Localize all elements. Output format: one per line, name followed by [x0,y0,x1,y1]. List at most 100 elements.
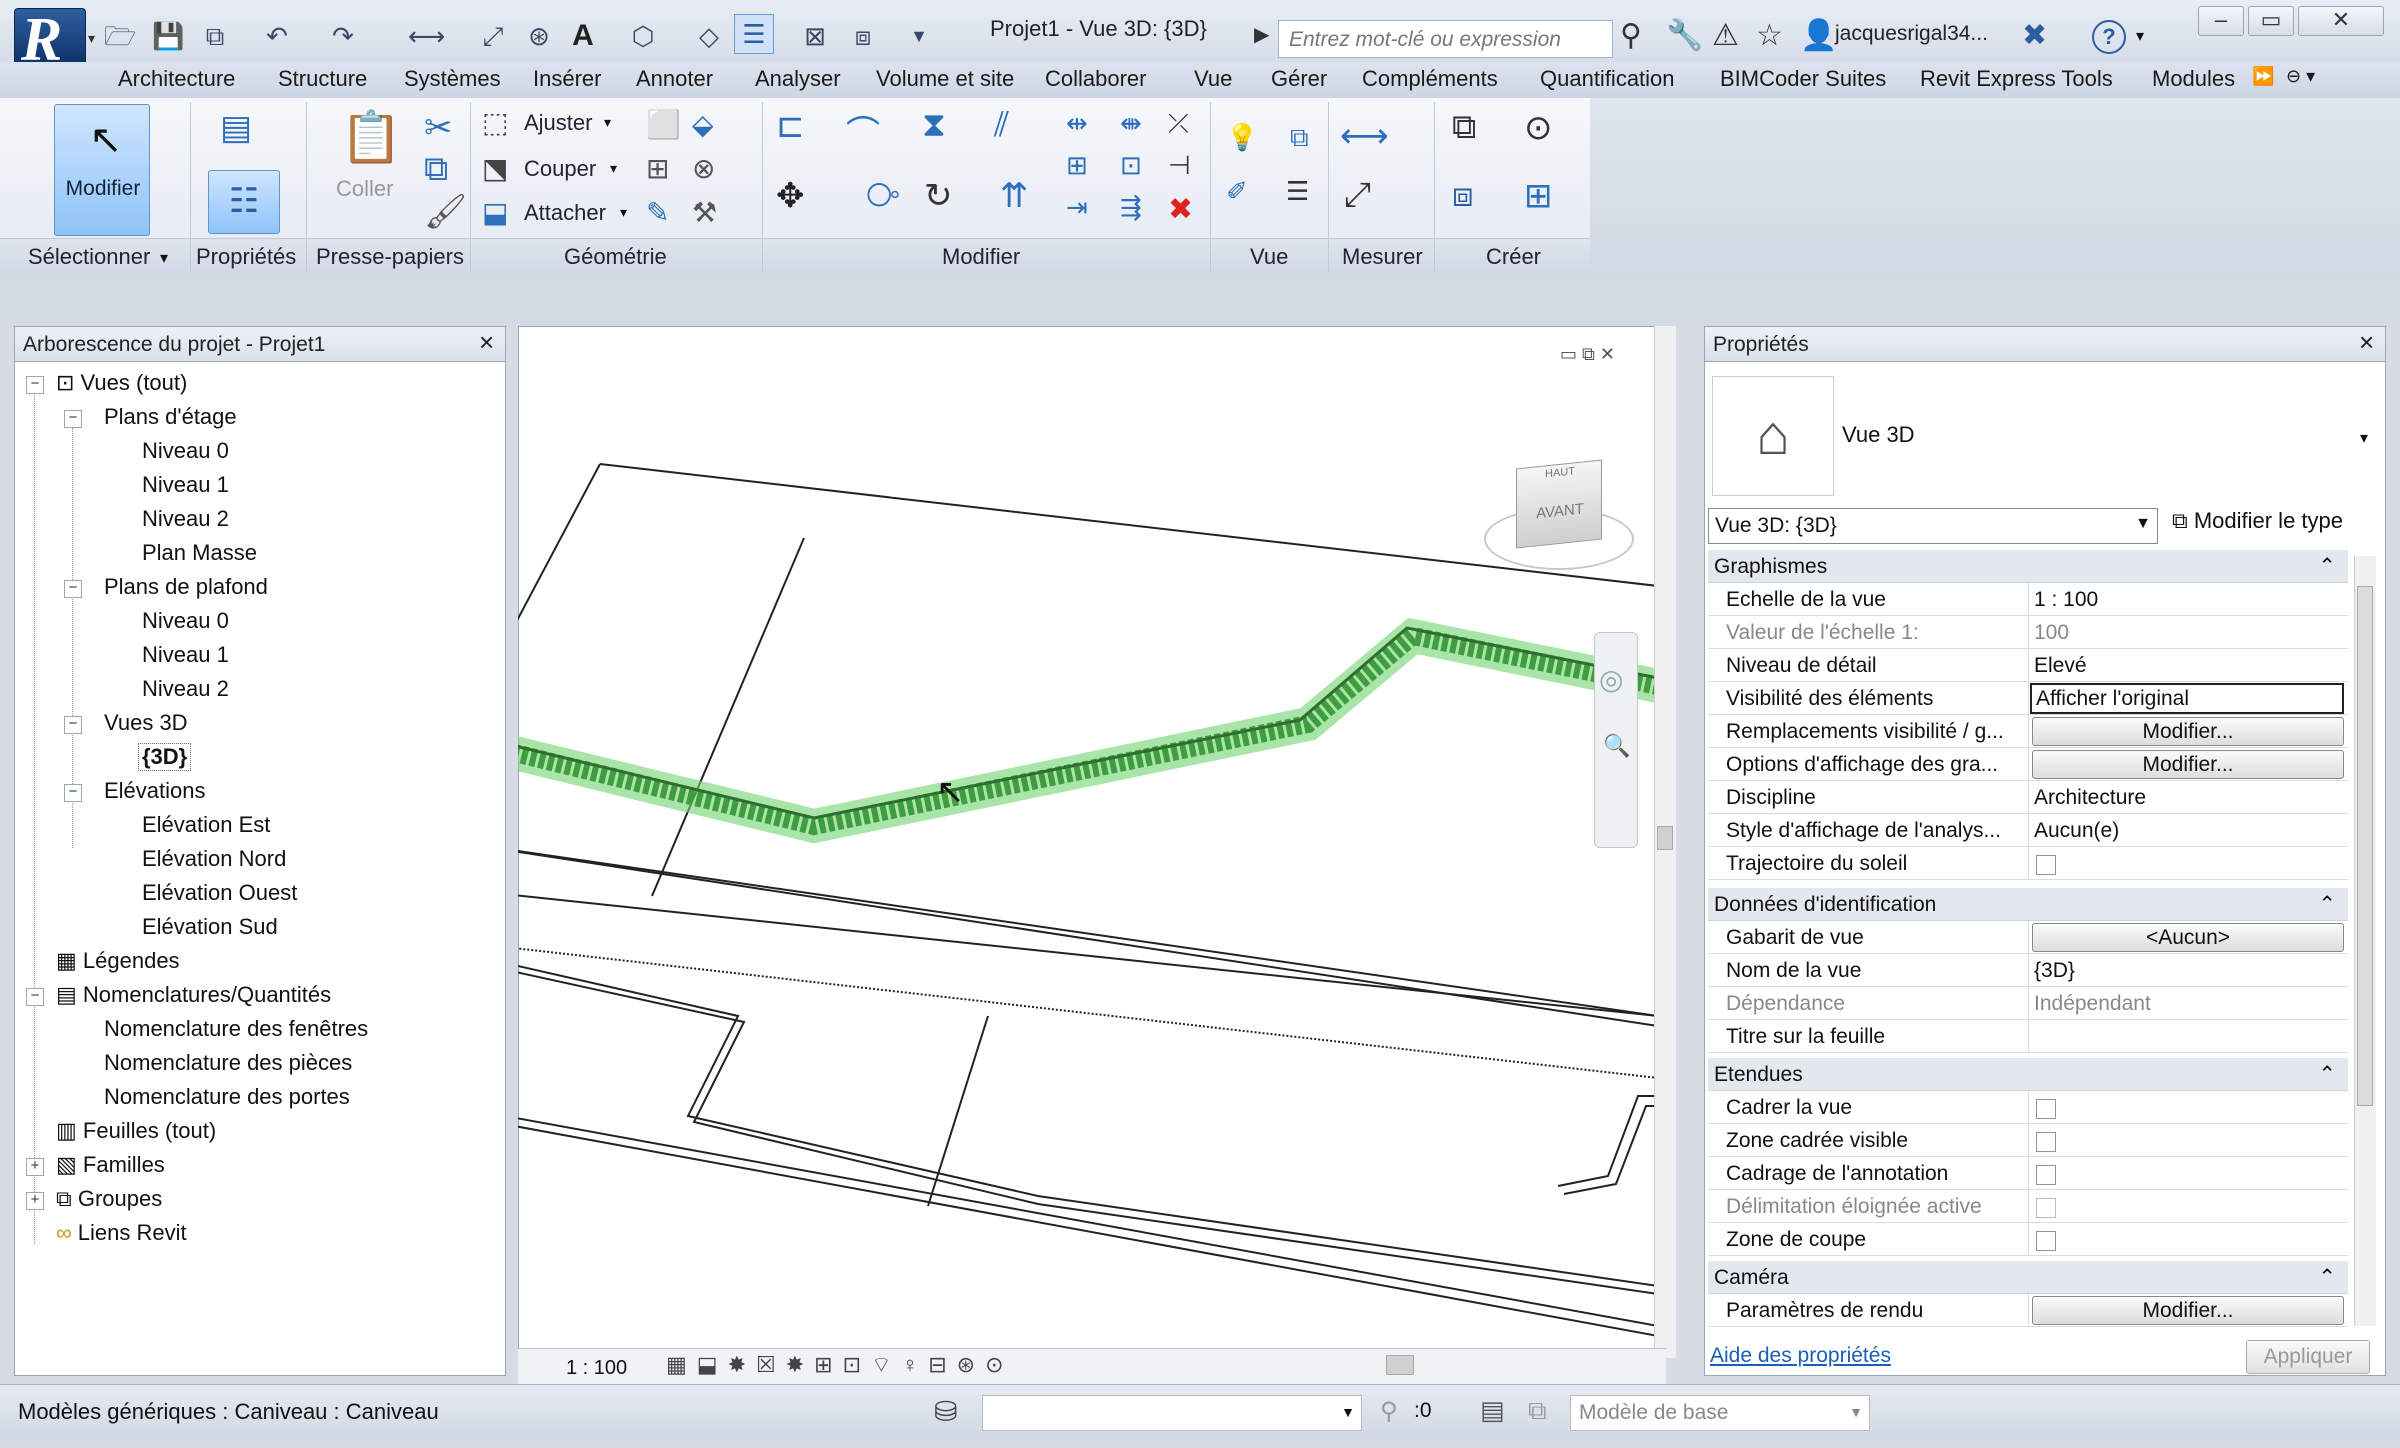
render-settings-button[interactable]: Modifier... [2032,1296,2344,1325]
tree-item[interactable]: ∞ Liens Revit [56,1220,187,1246]
expand-toggle[interactable]: + [26,1158,44,1176]
tab-revit-express-tools[interactable]: Revit Express Tools [1920,66,2113,92]
property-row[interactable]: Discipline Architecture [1708,781,2348,814]
close-window-button[interactable]: ✕ [2298,6,2384,36]
collapse-toggle[interactable]: − [64,580,82,598]
crop-visible-checkbox[interactable] [2036,1132,2056,1152]
tree-item[interactable]: Elévation Ouest [142,880,297,906]
property-row[interactable]: Cadrage de l'annotation [1708,1157,2348,1190]
hammer-icon[interactable]: ⚒ [692,196,717,229]
tree-item[interactable]: ▥ Feuilles (tout) [56,1118,216,1144]
save-icon[interactable]: 💾 [152,18,184,54]
subscription-icon[interactable]: 🔧 [1666,18,1703,53]
viewcube[interactable]: HAUT AVANT [1484,454,1644,594]
annotation-crop-checkbox[interactable] [2036,1165,2056,1185]
tab-modules[interactable]: Modules [2152,66,2235,92]
array-icon[interactable]: ⊞ [1066,150,1088,181]
tree-item[interactable]: Niveau 2 [142,506,229,532]
tree-item[interactable]: Plans de plafond [104,574,268,600]
tab-collaborate[interactable]: Collaborer [1045,66,1147,92]
property-row[interactable]: Nom de la vue {3D} [1708,954,2348,987]
scroll-thumb[interactable] [1657,826,1673,850]
view-scale[interactable]: 1 : 100 [566,1357,627,1380]
tab-structure[interactable]: Structure [278,66,367,92]
tree-item[interactable]: Niveau 2 [142,676,229,702]
unpin-icon[interactable]: ⤫ [1168,108,1189,140]
switch-windows-icon[interactable]: ⧈ [848,18,878,54]
collapse-toggle[interactable]: − [64,410,82,428]
property-row[interactable]: Paramètres de rendu Modifier... [1708,1294,2348,1327]
group-camera[interactable]: Caméra ⌃ [1708,1261,2348,1294]
properties-button[interactable]: ☷ [208,170,280,234]
paint-icon[interactable]: ✎ [646,196,669,229]
move-icon[interactable]: ✥ [776,176,805,216]
tree-item[interactable]: ▤ Nomenclatures/Quantités [56,982,331,1008]
design-option-dropdown[interactable]: Modèle de base ▼ [1570,1395,1870,1431]
collapse-group-icon[interactable]: ⌃ [2318,892,2336,917]
tree-item[interactable]: Plan Masse [142,540,257,566]
app-menu-button[interactable]: R [14,6,86,74]
property-row[interactable]: Titre sur la feuille [1708,1020,2348,1053]
cut-label[interactable]: Couper [524,156,596,182]
binoculars-icon[interactable]: ⚲ [1620,18,1642,53]
text-icon[interactable]: A [568,18,598,54]
property-row[interactable]: Gabarit de vue <Aucun> [1708,921,2348,954]
aligned-dimension-icon[interactable]: ⤢ [1344,176,1371,215]
tab-analyze[interactable]: Analyser [755,66,841,92]
design-options-icon[interactable]: ⧉ [1528,1395,1547,1427]
trim-extend-multiple-icon[interactable]: ⇶ [1120,192,1142,223]
collapse-toggle[interactable]: − [64,784,82,802]
split-gap-icon[interactable]: ⇼ [1120,108,1142,139]
tree-item[interactable]: Niveau 0 [142,608,229,634]
property-row[interactable]: Cadrer la vue [1708,1091,2348,1124]
trim-dropdown-icon[interactable]: ▾ [604,114,611,131]
group-graphics[interactable]: Graphismes ⌃ [1708,550,2348,583]
app-menu-arrow-icon[interactable]: ▾ [88,30,95,47]
tree-item[interactable]: Vues 3D [104,710,188,736]
tree-item[interactable]: Elévations [104,778,206,804]
maximize-button[interactable]: ▭ [2248,6,2294,36]
join-label[interactable]: Attacher [524,200,606,226]
delete-icon[interactable]: ✖ [1168,192,1193,227]
tab-manage[interactable]: Gérer [1271,66,1327,92]
property-value[interactable]: Aucun(e) [2034,819,2119,843]
property-value[interactable]: 1 : 100 [2034,588,2098,612]
overrides-edit-button[interactable]: Modifier... [2032,717,2344,746]
tree-item[interactable]: Elévation Nord [142,846,286,872]
properties-scrollbar[interactable] [2354,556,2376,1326]
copy-icon[interactable]: ⧂ [866,176,900,215]
minimize-button[interactable]: – [2198,6,2244,36]
create-parts-icon[interactable]: ⧈ [1452,176,1474,215]
tree-item[interactable]: ⊡ Vues (tout) [56,370,187,396]
tab-architecture[interactable]: Architecture [118,66,235,92]
property-row[interactable]: Trajectoire du soleil [1708,847,2348,880]
tree-item[interactable]: ⧉ Groupes [56,1186,162,1212]
property-value[interactable]: {3D} [2034,959,2075,983]
tree-item[interactable]: Elévation Est [142,812,270,838]
collapse-group-icon[interactable]: ⌃ [2318,1265,2336,1290]
extend-icon[interactable]: ⇈ [1000,176,1029,216]
user-name[interactable]: jacquesrigal34... [1835,22,1988,46]
property-row[interactable]: Niveau de détail Elevé [1708,649,2348,682]
editable-only-icon[interactable]: ▤ [1480,1395,1505,1426]
property-value[interactable]: Architecture [2034,786,2146,810]
match-properties-icon[interactable]: 🖌 [424,192,467,232]
mirror-pick-icon[interactable]: ⧗ [922,106,946,145]
property-row[interactable]: Zone cadrée visible [1708,1124,2348,1157]
display-options-edit-button[interactable]: Modifier... [2032,750,2344,779]
property-row[interactable]: Visibilité des éléments Afficher l'origin… [1708,682,2348,715]
horizontal-scrollbar[interactable] [752,1355,1652,1375]
line-pattern-icon[interactable]: ☰ [1286,176,1309,207]
scale-icon[interactable]: ⊡ [1120,150,1142,181]
apply-button[interactable]: Appliquer [2246,1340,2370,1374]
vertical-scrollbar[interactable] [1654,326,1676,1358]
viewcube-face[interactable]: HAUT AVANT [1516,459,1602,549]
type-dropdown-icon[interactable]: ▾ [2360,428,2368,448]
cut-geometry-icon[interactable]: ⬔ [482,152,508,185]
tree-item[interactable]: Niveau 1 [142,642,229,668]
tab-systems[interactable]: Systèmes [404,66,501,92]
3d-view-icon[interactable]: ⬡ [628,18,658,54]
collapse-group-icon[interactable]: ⌃ [2318,1062,2336,1087]
zoom-icon[interactable]: 🔍 [1603,733,1630,759]
measure-icon[interactable]: ⟷ [408,18,445,54]
